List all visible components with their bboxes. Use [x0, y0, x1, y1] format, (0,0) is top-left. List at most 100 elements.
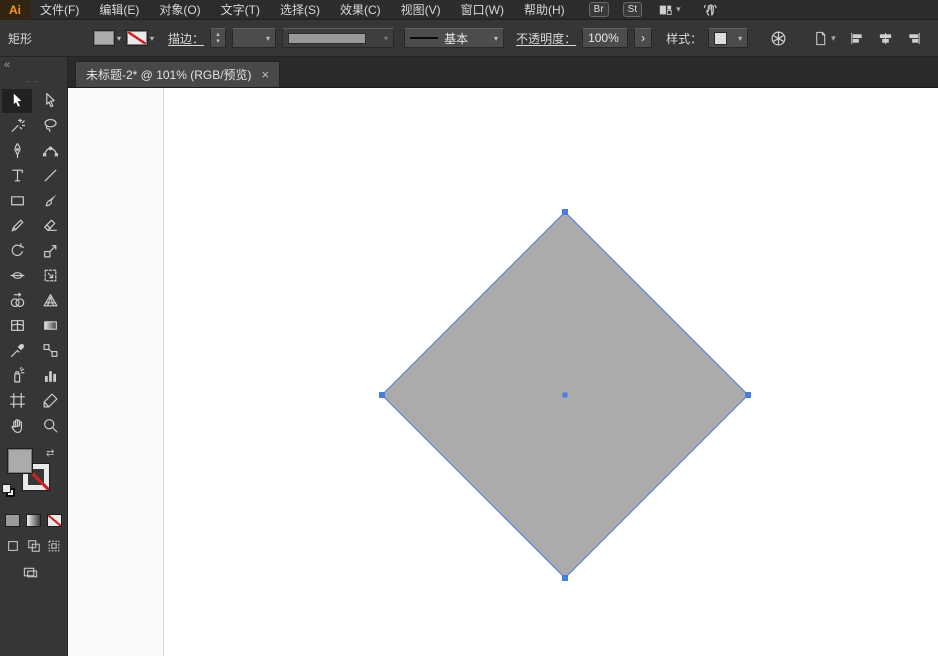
- eyedropper-tool[interactable]: [2, 339, 32, 363]
- menu-item-1[interactable]: 文件(F): [30, 0, 89, 20]
- menu-item-7[interactable]: 视图(V): [391, 0, 451, 20]
- free-transform-tool[interactable]: [35, 264, 65, 288]
- type-tool[interactable]: [2, 164, 32, 188]
- style-swatch: [714, 32, 727, 45]
- stroke-none-swatch[interactable]: [127, 31, 147, 45]
- anchor-point[interactable]: [562, 209, 568, 215]
- width-profile-select[interactable]: ▾: [282, 28, 394, 48]
- document-setup-button[interactable]: ▾: [811, 31, 838, 46]
- stock-button[interactable]: St: [623, 2, 642, 17]
- direct-selection-tool[interactable]: [35, 89, 65, 113]
- zoom-tool-icon: [42, 417, 59, 434]
- menu-item-8[interactable]: 窗口(W): [451, 0, 514, 20]
- mesh-tool[interactable]: [2, 314, 32, 338]
- center-point[interactable]: [563, 393, 568, 398]
- menu-bar: Ai 文件(F)编辑(E)对象(O)文字(T)选择(S)效果(C)视图(V)窗口…: [0, 0, 938, 20]
- menu-item-9[interactable]: 帮助(H): [514, 0, 575, 20]
- close-icon[interactable]: ×: [262, 67, 270, 82]
- menu-item-4[interactable]: 文字(T): [211, 0, 270, 20]
- document-icon: [813, 31, 828, 46]
- chevron-down-icon[interactable]: ▾: [117, 34, 121, 43]
- stroke-weight-stepper[interactable]: ▴ ▾: [210, 28, 226, 48]
- column-graph-tool[interactable]: [35, 364, 65, 388]
- fill-color-picker[interactable]: ▾: [94, 31, 121, 45]
- artboard-tool[interactable]: [2, 389, 32, 413]
- workspace-switcher-button[interactable]: ▾: [658, 3, 681, 17]
- swap-fill-stroke-icon[interactable]: ⇄: [46, 448, 54, 459]
- color-button[interactable]: [5, 514, 20, 527]
- menu-item-6[interactable]: 效果(C): [330, 0, 391, 20]
- magic-wand-tool[interactable]: [2, 114, 32, 138]
- symbol-sprayer-tool[interactable]: [2, 364, 32, 388]
- gradient-button[interactable]: [26, 514, 41, 527]
- align-center-button[interactable]: [876, 31, 895, 46]
- selection-tool[interactable]: [2, 89, 32, 113]
- chevron-down-icon: ▾: [831, 33, 836, 44]
- symbol-sprayer-tool-icon: [9, 367, 26, 384]
- type-tool-icon: [9, 167, 26, 184]
- paintbrush-tool[interactable]: [35, 189, 65, 213]
- perspective-grid-tool[interactable]: [35, 289, 65, 313]
- stepper-down-icon[interactable]: ▾: [216, 38, 220, 45]
- shape-builder-tool[interactable]: [2, 289, 32, 313]
- canvas[interactable]: [68, 88, 938, 656]
- line-segment-tool[interactable]: [35, 164, 65, 188]
- slice-tool[interactable]: [35, 389, 65, 413]
- zoom-tool[interactable]: [35, 414, 65, 438]
- menu-item-3[interactable]: 对象(O): [149, 0, 210, 20]
- stroke-weight-label[interactable]: 描边：: [168, 30, 204, 47]
- align-right-button[interactable]: [905, 31, 924, 46]
- fill-proxy-swatch[interactable]: [7, 448, 33, 474]
- chevron-down-icon: ▾: [494, 34, 498, 43]
- opacity-label[interactable]: 不透明度：: [516, 30, 576, 47]
- align-left-icon: [849, 31, 864, 46]
- pen-tool[interactable]: [2, 139, 32, 163]
- align-center-icon: [878, 31, 893, 46]
- share-button[interactable]: [703, 2, 718, 17]
- panel-drag-handle[interactable]: ‥‥: [26, 75, 41, 84]
- align-left-button[interactable]: [847, 31, 866, 46]
- brush-definition-select[interactable]: 基本 ▾: [404, 28, 504, 48]
- stepper-up-icon[interactable]: ▴: [216, 31, 220, 38]
- draw-behind-button[interactable]: [26, 538, 42, 553]
- opacity-options-button[interactable]: ›: [634, 28, 652, 48]
- stroke-weight-select[interactable]: ▾: [232, 28, 276, 48]
- document-tab[interactable]: 未标题-2* @ 101% (RGB/预览) ×: [75, 61, 280, 87]
- hand-tool[interactable]: [2, 414, 32, 438]
- collapse-panel-icon[interactable]: «: [4, 59, 10, 71]
- stroke-color-picker[interactable]: ▾: [127, 31, 154, 45]
- paint-mode-buttons: [0, 514, 67, 527]
- lasso-tool[interactable]: [35, 114, 65, 138]
- rotate-tool[interactable]: [2, 239, 32, 263]
- recolor-artwork-button[interactable]: [768, 30, 789, 47]
- none-button[interactable]: [47, 514, 62, 527]
- menu-item-2[interactable]: 编辑(E): [89, 0, 149, 20]
- default-fill-stroke-icon[interactable]: [2, 484, 16, 498]
- width-tool[interactable]: [2, 264, 32, 288]
- shaper-tool-icon: [9, 217, 26, 234]
- rectangle-tool[interactable]: [2, 189, 32, 213]
- anchor-point[interactable]: [379, 392, 385, 398]
- app-logo[interactable]: Ai: [0, 0, 30, 20]
- eraser-tool[interactable]: [35, 214, 65, 238]
- draw-inside-button[interactable]: [46, 538, 62, 553]
- blend-tool[interactable]: [35, 339, 65, 363]
- style-select[interactable]: ▾: [708, 28, 748, 48]
- gradient-tool[interactable]: [35, 314, 65, 338]
- shaper-tool[interactable]: [2, 214, 32, 238]
- anchor-point[interactable]: [745, 392, 751, 398]
- scale-tool[interactable]: [35, 239, 65, 263]
- bridge-button[interactable]: Br: [589, 2, 609, 17]
- screen-mode-button[interactable]: [20, 565, 40, 580]
- menu-item-5[interactable]: 选择(S): [270, 0, 330, 20]
- anchor-point[interactable]: [562, 575, 568, 581]
- chevron-down-icon[interactable]: ▾: [150, 34, 154, 43]
- pen-tool-icon: [9, 142, 26, 159]
- opacity-input[interactable]: 100%: [582, 28, 628, 48]
- fill-swatch[interactable]: [94, 31, 114, 45]
- draw-normal-button[interactable]: [5, 538, 21, 553]
- curvature-tool[interactable]: [35, 139, 65, 163]
- direct-selection-tool-icon: [42, 92, 59, 109]
- opacity-value: 100%: [588, 31, 619, 45]
- tab-bar: 未标题-2* @ 101% (RGB/预览) ×: [68, 57, 938, 88]
